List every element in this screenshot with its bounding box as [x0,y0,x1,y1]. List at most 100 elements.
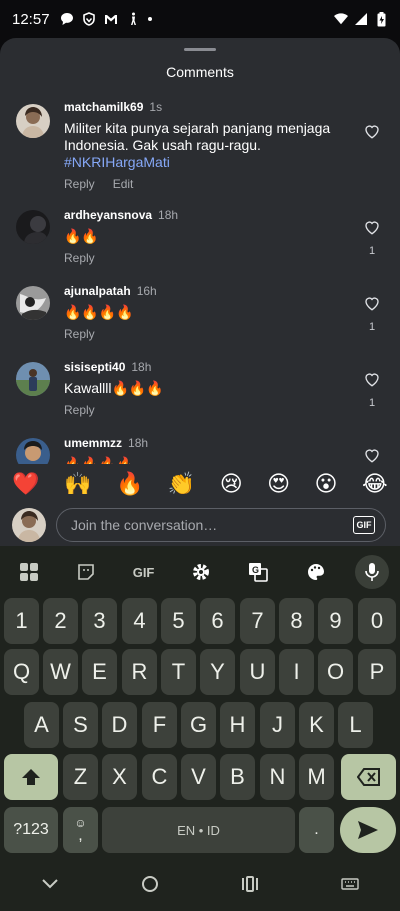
comment-body: 🔥🔥🔥🔥 [64,304,134,320]
key-6[interactable]: 6 [200,598,235,644]
key-p[interactable]: P [358,649,396,695]
key-t[interactable]: T [161,649,196,695]
comment-username[interactable]: sisisepti40 [64,360,125,374]
like-button[interactable] [362,446,382,464]
drag-handle[interactable] [184,48,216,51]
key-u[interactable]: U [240,649,275,695]
comment-time: 18h [158,208,179,222]
key-a[interactable]: A [24,702,59,748]
key-o[interactable]: O [318,649,353,695]
battery-icon [374,11,388,26]
send-key[interactable] [340,807,396,853]
svg-text:G: G [252,565,259,575]
comment-username[interactable]: ardheyansnova [64,208,152,222]
reply-button[interactable]: Reply [64,251,95,265]
emoji-raised-hands-button[interactable]: 🙌 [64,471,91,497]
settings-gear-icon[interactable] [183,556,219,588]
emoji-heart-eyes-button[interactable]: 😍 [267,471,290,497]
key-n[interactable]: N [260,754,295,800]
theme-palette-icon[interactable] [298,556,334,588]
comment-input-box[interactable]: GIF [56,508,386,542]
hashtag-link[interactable]: #NKRIHargaMati [64,154,170,170]
emoji-cry-button[interactable]: 😢 [220,471,243,497]
comment-input[interactable] [71,517,353,533]
comment-username[interactable]: matchamilk69 [64,100,143,114]
avatar[interactable] [16,438,50,464]
comments-sheet: Comments matchamilk69 1s Militer kita pu… [0,38,400,546]
like-button[interactable]: 1 [362,218,382,257]
key-k[interactable]: K [299,702,334,748]
translate-icon[interactable]: G [240,556,276,588]
avatar[interactable] [16,286,50,320]
key-z[interactable]: Z [63,754,98,800]
key-4[interactable]: 4 [122,598,157,644]
keyboard-toolbar: GIF G [0,554,400,590]
key-1[interactable]: 1 [4,598,39,644]
reply-button[interactable]: Reply [64,327,95,341]
key-c[interactable]: C [142,754,177,800]
avatar[interactable] [16,210,50,244]
emoji-fire-button[interactable]: 🔥 [116,471,143,497]
like-button[interactable]: 1 [362,294,382,333]
emoji-surprised-button[interactable]: 😮 [315,471,338,497]
key-j[interactable]: J [260,702,295,748]
space-key[interactable]: EN • ID [102,807,295,853]
key-r[interactable]: R [122,649,157,695]
key-i[interactable]: I [279,649,314,695]
reply-button[interactable]: Reply [64,403,95,417]
key-8[interactable]: 8 [279,598,314,644]
emoji-heart-button[interactable]: ❤️ [12,471,39,497]
gif-button[interactable]: GIF [353,516,375,534]
back-chevron-icon[interactable] [41,877,59,895]
comment-username[interactable]: umemmzz [64,436,122,450]
comment-body: 🔥🔥🔥🔥 [64,456,134,464]
key-b[interactable]: B [220,754,255,800]
comment-time: 18h [128,436,149,450]
comment-body: 🔥🔥 [64,228,99,244]
key-w[interactable]: W [43,649,78,695]
home-circle-icon[interactable] [141,875,159,898]
apps-grid-icon[interactable] [11,556,47,588]
like-button[interactable]: 1 [362,370,382,409]
key-7[interactable]: 7 [240,598,275,644]
shift-arrow-icon [22,769,40,785]
avatar[interactable] [16,362,50,396]
key-q[interactable]: Q [4,649,39,695]
keyboard-switch-icon[interactable] [341,877,359,895]
key-2[interactable]: 2 [43,598,78,644]
reply-button[interactable]: Reply [64,177,95,191]
key-s[interactable]: S [63,702,98,748]
gif-tool-button[interactable]: GIF [126,556,162,588]
symbols-key[interactable]: ?123 [4,807,58,853]
key-h[interactable]: H [220,702,255,748]
comment-username[interactable]: ajunalpatah [64,284,131,298]
key-v[interactable]: V [181,754,216,800]
key-0[interactable]: 0 [358,598,396,644]
key-y[interactable]: Y [200,649,235,695]
key-g[interactable]: G [181,702,216,748]
edit-button[interactable]: Edit [113,177,134,191]
key-3[interactable]: 3 [82,598,117,644]
key-l[interactable]: L [338,702,373,748]
chat-bubble-icon [60,12,74,26]
emoji-comma-key[interactable]: ☺ , [63,807,98,853]
like-button[interactable] [362,122,382,149]
comment-time: 18h [131,360,152,374]
microphone-icon[interactable] [355,555,390,589]
shift-key[interactable] [4,754,58,800]
key-e[interactable]: E [82,649,117,695]
key-x[interactable]: X [102,754,137,800]
key-d[interactable]: D [102,702,137,748]
key-5[interactable]: 5 [161,598,196,644]
emoji-laugh-button[interactable]: 😂 [362,471,388,497]
emoji-clap-button[interactable]: 👏 [168,471,195,497]
key-f[interactable]: F [142,702,177,748]
backspace-key[interactable] [341,754,396,800]
recents-icon[interactable] [241,875,259,897]
key-m[interactable]: M [299,754,334,800]
key-9[interactable]: 9 [318,598,353,644]
sticker-icon[interactable] [68,556,104,588]
avatar[interactable] [16,104,50,138]
period-key[interactable]: . [299,807,334,853]
comment-list[interactable]: matchamilk69 1s Militer kita punya sejar… [0,94,400,464]
